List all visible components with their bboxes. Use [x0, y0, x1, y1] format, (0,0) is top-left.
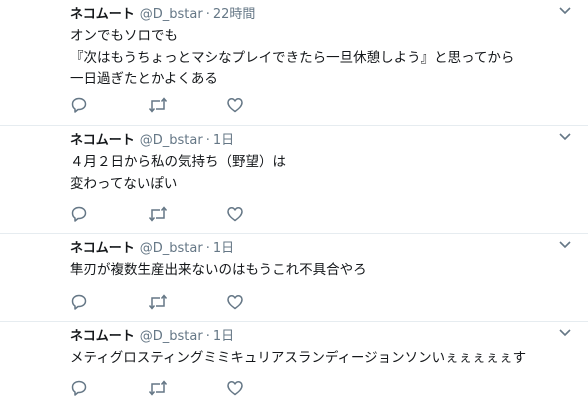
like-icon [227, 98, 243, 113]
tweet-actions [70, 204, 304, 224]
author-name[interactable]: ネコムート [70, 7, 135, 22]
reply-icon [71, 294, 87, 310]
reply-button[interactable] [70, 95, 148, 115]
tweet[interactable]: ネコムート @D_bstar · 1日 ４月２日から私の気持ち（野望）は 変わってない… [0, 126, 588, 234]
retweet-button[interactable] [148, 378, 226, 398]
tweet[interactable]: ネコムート @D_bstar · 1日 メティグロスティングミミキュリアスランディージ… [0, 322, 588, 400]
timestamp[interactable]: 1日 [213, 241, 234, 256]
tweet-text-line: メティグロスティングミミキュリアスランディージョンソンいぇぇぇぇぇす [70, 350, 527, 366]
author-handle[interactable]: @D_bstar [140, 7, 203, 22]
tweet-text-line: 変わってないぽい [70, 175, 178, 192]
like-button[interactable] [226, 292, 304, 312]
like-icon [227, 295, 243, 310]
separator-dot: · [205, 7, 210, 22]
retweet-button[interactable] [148, 95, 226, 115]
retweet-icon [148, 206, 168, 222]
like-button[interactable] [226, 378, 304, 398]
separator-dot: · [205, 329, 210, 344]
tweet-text: ４月２日から私の気持ち（野望）は 変わってないぽい [70, 152, 570, 195]
retweet-icon [148, 380, 168, 396]
tweet-text-line: 一日過ぎたとかよくある [70, 71, 218, 87]
retweet-icon [148, 97, 168, 113]
reply-icon [71, 97, 87, 113]
timestamp[interactable]: 22時間 [213, 7, 256, 22]
tweet-header: ネコムート @D_bstar · 1日 [70, 132, 234, 150]
chevron-down-icon[interactable] [558, 238, 572, 252]
tweet-actions [70, 95, 304, 115]
tweet-text-line: オンでもソロでも [70, 28, 178, 44]
author-name[interactable]: ネコムート [70, 241, 135, 256]
reply-button[interactable] [70, 292, 148, 312]
author-name[interactable]: ネコムート [70, 133, 135, 148]
separator-dot: · [205, 241, 210, 256]
tweet-text-line: ４月２日から私の気持ち（野望）は [70, 154, 286, 170]
reply-icon [71, 380, 87, 396]
chevron-down-icon[interactable] [558, 4, 572, 18]
author-handle[interactable]: @D_bstar [140, 329, 203, 344]
timestamp[interactable]: 1日 [213, 329, 234, 344]
chevron-down-icon[interactable] [558, 326, 572, 340]
tweet-text: 隼刃が複数生産出来ないのはもうこれ不具合やろ [70, 260, 570, 282]
like-button[interactable] [226, 95, 304, 115]
tweet-text: メティグロスティングミミキュリアスランディージョンソンいぇぇぇぇぇす [70, 348, 570, 370]
like-button[interactable] [226, 204, 304, 224]
tweet-text-line: 『次はもうちょっとマシなプレイできたら一旦休憩しよう』と思ってから [70, 49, 515, 66]
tweet-header: ネコムート @D_bstar · 1日 [70, 240, 234, 258]
timestamp[interactable]: 1日 [213, 133, 234, 148]
like-icon [227, 207, 243, 222]
tweet-header: ネコムート @D_bstar · 1日 [70, 328, 234, 346]
reply-button[interactable] [70, 378, 148, 398]
tweet[interactable]: ネコムート @D_bstar · 22時間 オンでもソロでも 『次はもうちょっとマシな… [0, 0, 588, 126]
reply-button[interactable] [70, 204, 148, 224]
chevron-down-icon[interactable] [558, 130, 572, 144]
separator-dot: · [205, 133, 210, 148]
reply-icon [71, 206, 87, 222]
tweet-header: ネコムート @D_bstar · 22時間 [70, 6, 255, 24]
tweet-text: オンでもソロでも 『次はもうちょっとマシなプレイできたら一旦休憩しよう』と思って… [70, 26, 570, 91]
tweet-text-line: 隼刃が複数生産出来ないのはもうこれ不具合やろ [70, 262, 367, 278]
retweet-button[interactable] [148, 204, 226, 224]
like-icon [227, 381, 243, 396]
retweet-button[interactable] [148, 292, 226, 312]
retweet-icon [148, 294, 168, 310]
author-handle[interactable]: @D_bstar [140, 241, 203, 256]
tweet-feed: ネコムート @D_bstar · 22時間 オンでもソロでも 『次はもうちょっとマシな… [0, 0, 588, 400]
author-name[interactable]: ネコムート [70, 329, 135, 344]
tweet-actions [70, 378, 304, 398]
tweet[interactable]: ネコムート @D_bstar · 1日 隼刃が複数生産出来ないのはもうこれ不具合やろ [0, 234, 588, 322]
author-handle[interactable]: @D_bstar [140, 133, 203, 148]
tweet-actions [70, 292, 304, 312]
